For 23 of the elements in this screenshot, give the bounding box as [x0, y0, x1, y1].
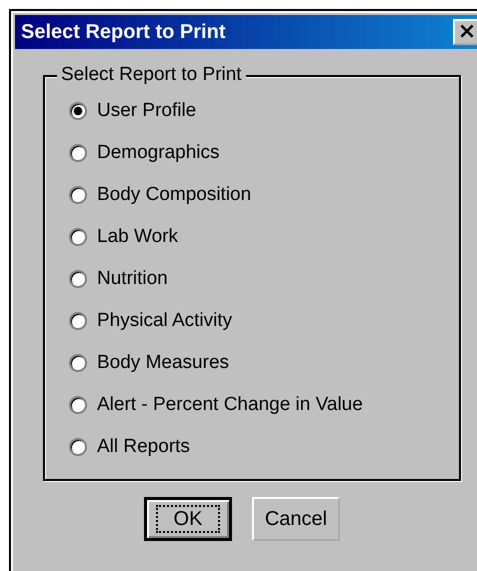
radio-option[interactable]: Alert - Percent Change in Value [69, 389, 459, 420]
radio-option[interactable]: User Profile [69, 95, 459, 126]
radio-button[interactable] [69, 312, 87, 330]
radio-button[interactable] [69, 270, 87, 288]
radio-button[interactable] [69, 144, 87, 162]
radio-button[interactable] [69, 102, 87, 120]
dialog-button[interactable]: Cancel [252, 497, 340, 541]
radio-option[interactable]: Demographics [69, 137, 459, 168]
dialog-button[interactable]: OK [144, 497, 232, 541]
radio-button[interactable] [69, 354, 87, 372]
radio-option[interactable]: Body Measures [69, 347, 459, 378]
radio-option[interactable]: Lab Work [69, 221, 459, 252]
radio-button[interactable] [69, 438, 87, 456]
radio-option[interactable]: Nutrition [69, 263, 459, 294]
radio-option[interactable]: Physical Activity [69, 305, 459, 336]
radio-option[interactable]: All Reports [69, 431, 459, 462]
radio-button[interactable] [69, 186, 87, 204]
radio-option[interactable]: Body Composition [69, 179, 459, 210]
close-button[interactable]: × [453, 19, 477, 45]
group-label: Select Report to Print [57, 64, 246, 86]
window-title: Select Report to Print [21, 20, 226, 44]
radio-button[interactable] [69, 396, 87, 414]
radio-button[interactable] [69, 228, 87, 246]
